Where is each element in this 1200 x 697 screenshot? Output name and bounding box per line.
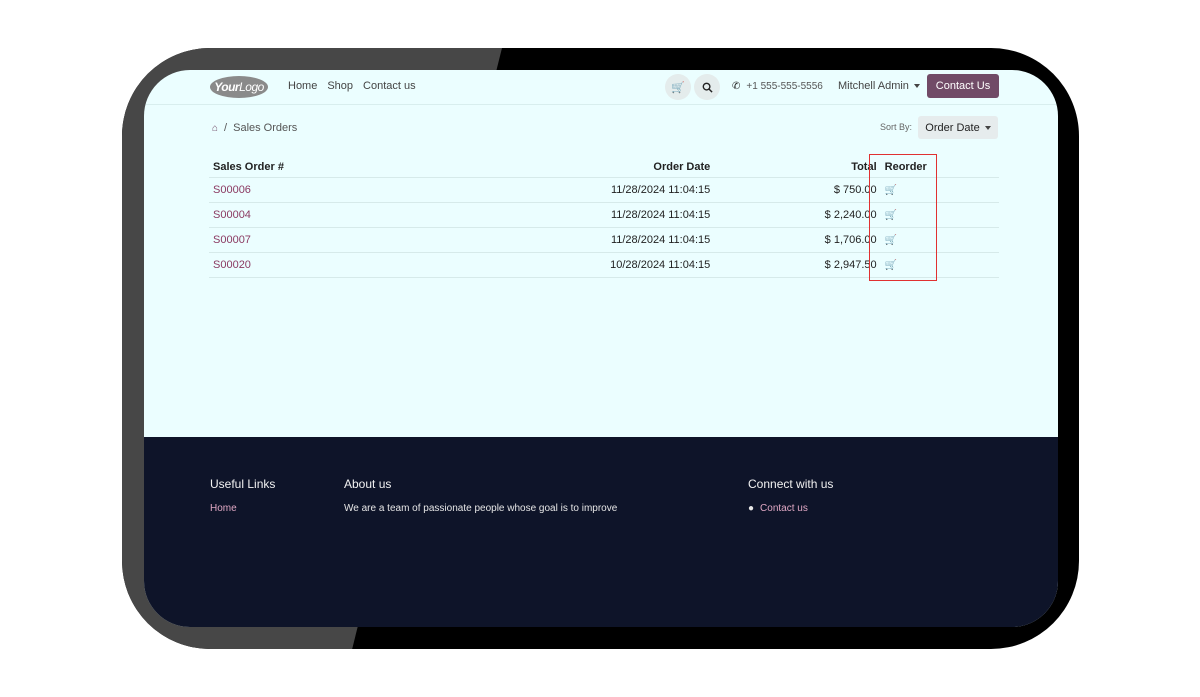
useful-links-title: Useful Links [210,477,276,491]
footer-contact-label: Contact us [760,503,808,514]
breadcrumb: ⌂ / Sales Orders [212,122,297,134]
col-total: Total [714,156,881,178]
nav-home[interactable]: Home [288,80,317,92]
sort-dropdown[interactable]: Order Date [918,116,998,139]
connect-title: Connect with us [748,477,834,491]
order-total: $ 2,240.00 [714,202,881,228]
order-total: $ 750.00 [714,177,881,203]
order-link[interactable]: S00020 [213,259,251,271]
top-navbar: Your Logo Home Shop Contact us 🛒 ✆ +1 555-… [144,70,1058,105]
site-logo[interactable]: Your Logo [210,76,268,98]
user-name: Mitchell Admin [838,80,909,92]
breadcrumb-current: Sales Orders [233,122,298,134]
col-sales-order: Sales Order # [209,156,388,178]
main-nav: Home Shop Contact us [288,80,416,92]
cart-button[interactable]: 🛒 [665,74,691,100]
footer-home-link[interactable]: Home [210,503,237,514]
order-total: $ 2,947.50 [714,252,881,278]
order-date: 11/28/2024 11:04:15 [387,202,715,228]
chevron-down-icon [984,125,991,130]
footer-contact-link[interactable]: ● Contact us [748,503,808,514]
order-link[interactable]: S00006 [213,184,251,196]
breadcrumb-separator: / [224,122,228,134]
order-date: 11/28/2024 11:04:15 [387,177,715,203]
phone-number: +1 555-555-5556 [746,81,823,92]
sort-value: Order Date [925,121,980,134]
logo-text-bold: Your [214,80,240,94]
phone-icon: ✆ [732,81,741,92]
col-order-date: Order Date [387,156,715,178]
contact-us-button[interactable]: Contact Us [927,74,999,98]
browser-screen: Your Logo Home Shop Contact us 🛒 ✆ +1 555-… [144,70,1058,627]
about-us-title: About us [344,477,392,491]
user-menu[interactable]: Mitchell Admin [838,80,920,92]
about-us-text: We are a team of passionate people whose… [344,503,618,514]
site-footer: Useful Links Home About us We are a team… [144,437,1058,627]
sort-by-label: Sort By: [880,122,913,132]
chevron-down-icon [913,84,920,89]
nav-contact-us[interactable]: Contact us [363,80,416,92]
cart-icon: 🛒 [671,81,685,94]
search-button[interactable] [694,74,720,100]
order-link[interactable]: S00004 [213,209,251,221]
nav-shop[interactable]: Shop [327,80,353,92]
logo-text-light: Logo [239,80,264,94]
order-date: 10/28/2024 11:04:15 [387,252,715,278]
search-icon [702,82,713,93]
reorder-column-highlight [869,154,937,281]
order-link[interactable]: S00007 [213,234,251,246]
phone-contact[interactable]: ✆ +1 555-555-5556 [732,81,823,92]
order-total: $ 1,706.00 [714,227,881,253]
chat-icon: ● [748,503,755,514]
home-icon[interactable]: ⌂ [212,123,218,134]
order-date: 11/28/2024 11:04:15 [387,227,715,253]
